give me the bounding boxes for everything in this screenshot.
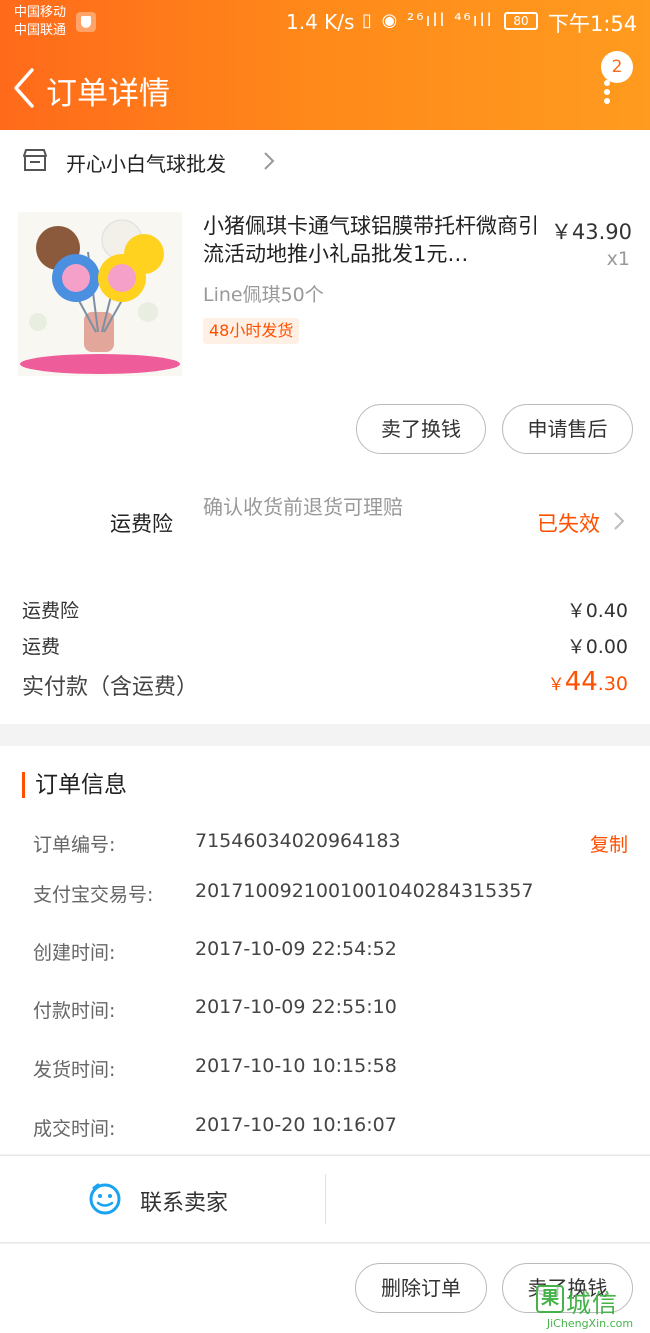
balloon-illustration	[18, 212, 182, 376]
product-price: ￥43.90	[550, 220, 632, 244]
shop-icon	[23, 149, 47, 171]
product-image[interactable]	[18, 212, 182, 376]
info-key: 付款时间:	[33, 1000, 116, 1022]
insurance-label: 运费险	[110, 512, 173, 536]
fee-shipping-value: ￥0.00	[566, 636, 628, 658]
total-paid-label: 实付款（含运费）	[22, 675, 199, 700]
amount-integer: 44	[564, 667, 598, 697]
chevron-right-icon	[264, 152, 275, 170]
info-key: 订单编号:	[33, 834, 116, 856]
order-item-card: 开心小白气球批发 小猪佩琪卡通气球铝膜带托杆微商引流活动地推小礼品批发1元… ￥…	[0, 130, 650, 724]
status-bar: 中国移动 中国联通 1.4 K/s ▯ ◉ ²⁶ıll ⁴⁶ıll 80 下午1…	[0, 0, 650, 46]
info-value: 2017100921001001040284315357	[195, 880, 534, 902]
carrier-2: 中国联通	[14, 23, 67, 38]
chevron-right-icon	[614, 512, 625, 530]
fee-insurance-value: ￥0.40	[566, 600, 628, 622]
info-value: 2017-10-10 10:15:58	[195, 1055, 397, 1077]
copy-button[interactable]: 复制	[590, 830, 628, 857]
info-key: 支付宝交易号:	[33, 884, 154, 906]
info-key: 发货时间:	[33, 1059, 116, 1081]
divider	[325, 1174, 326, 1224]
info-value: 2017-10-20 10:16:07	[195, 1114, 397, 1136]
order-info-section: 订单信息 订单编号: 71546034020964183 复制 支付宝交易号: …	[0, 746, 650, 1154]
header-background: 中国移动 中国联通 1.4 K/s ▯ ◉ ²⁶ıll ⁴⁶ıll 80 下午1…	[0, 0, 650, 130]
contact-bar: 联系卖家	[0, 1155, 650, 1243]
product-sku: Line佩琪50个	[203, 284, 324, 306]
info-row-order-number: 订单编号: 71546034020964183 复制	[0, 830, 650, 860]
security-shield-icon	[76, 12, 96, 32]
info-row-created-time: 创建时间: 2017-10-09 22:54:52	[0, 938, 650, 968]
info-row-alipay-number: 支付宝交易号: 2017100921001001040284315357	[0, 880, 650, 910]
info-row-completed-time: 成交时间: 2017-10-20 10:16:07	[0, 1114, 650, 1144]
request-aftersale-button[interactable]: 申请售后	[502, 404, 633, 454]
notification-badge: 2	[601, 51, 633, 83]
shop-row[interactable]: 开心小白气球批发	[0, 130, 650, 192]
shipping-insurance-row[interactable]: 运费险 确认收货前退货可理赔 已失效	[0, 482, 650, 562]
fee-shipping-label: 运费	[22, 636, 61, 658]
watermark-text: 城信	[566, 1289, 619, 1318]
info-row-paid-time: 付款时间: 2017-10-09 22:55:10	[0, 996, 650, 1026]
amount-decimal: .30	[597, 673, 628, 695]
status-time: 下午1:54	[548, 12, 638, 36]
info-key: 成交时间:	[33, 1118, 116, 1140]
product-title[interactable]: 小猪佩琪卡通气球铝膜带托杆微商引流活动地推小礼品批发1元…	[203, 212, 543, 268]
info-key: 创建时间:	[33, 942, 116, 964]
info-row-shipped-time: 发货时间: 2017-10-10 10:15:58	[0, 1055, 650, 1085]
fee-insurance-label: 运费险	[22, 600, 80, 622]
carrier-names: 中国移动 中国联通	[14, 4, 66, 40]
insurance-description: 确认收货前退货可理赔	[203, 495, 403, 519]
signal-icons: ▯ ◉ ²⁶ıll ⁴⁶ıll	[362, 10, 494, 31]
total-paid-amount: ￥44.30	[548, 667, 628, 697]
back-arrow-icon[interactable]	[10, 66, 40, 110]
shop-name: 开心小白气球批发	[66, 152, 226, 176]
insurance-status: 已失效	[537, 512, 600, 536]
watermark: 果 城信 JiChengXin.com	[530, 1283, 650, 1333]
carrier-1: 中国移动	[14, 5, 67, 20]
network-speed: 1.4 K/s	[286, 10, 355, 34]
watermark-url: JiChengXin.com	[546, 1317, 634, 1330]
watermark-logo-icon: 果	[536, 1285, 564, 1313]
product-quantity: x1	[606, 248, 630, 270]
chat-face-icon[interactable]	[88, 1182, 122, 1216]
info-value: 2017-10-09 22:54:52	[195, 938, 397, 960]
info-value: 71546034020964183	[195, 830, 401, 852]
sell-for-cash-button[interactable]: 卖了换钱	[356, 404, 486, 454]
more-menu-icon[interactable]	[604, 80, 610, 104]
shipping-tag: 48小时发货	[203, 318, 300, 344]
page-title: 订单详情	[46, 76, 170, 112]
section-heading: 订单信息	[22, 772, 127, 798]
battery-icon: 80	[504, 12, 538, 30]
delete-order-button[interactable]: 删除订单	[355, 1263, 487, 1313]
contact-seller-button[interactable]: 联系卖家	[140, 1185, 228, 1217]
currency-symbol: ￥	[547, 675, 565, 695]
nav-bar: 订单详情 2	[0, 46, 650, 130]
info-value: 2017-10-09 22:55:10	[195, 996, 397, 1018]
